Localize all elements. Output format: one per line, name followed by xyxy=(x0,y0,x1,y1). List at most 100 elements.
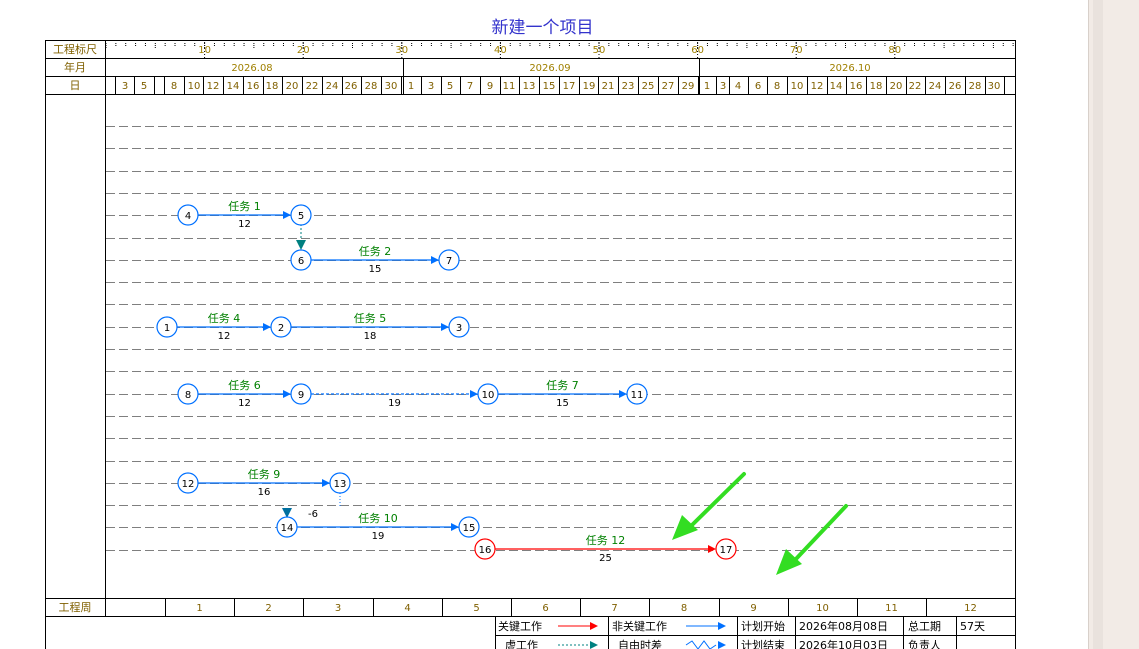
event-node-label: 6 xyxy=(298,256,304,267)
day-label: 20 xyxy=(890,81,903,92)
day-label: 14 xyxy=(227,81,240,92)
day-label: 30 xyxy=(988,81,1001,92)
dashed-gridlines xyxy=(106,126,1014,551)
event-node-label: 5 xyxy=(298,211,304,222)
legend-free-float-arrowhead xyxy=(718,641,726,649)
month-header-label: 年月 xyxy=(64,60,86,74)
day-label: 17 xyxy=(563,81,576,92)
day-label: 26 xyxy=(949,81,962,92)
day-label: 4 xyxy=(735,81,741,92)
day-label: 26 xyxy=(345,81,358,92)
day-label: 24 xyxy=(326,81,339,92)
event-node-label: 13 xyxy=(334,479,347,490)
day-label: 16 xyxy=(850,81,863,92)
ruler-header-label: 工程标尺 xyxy=(53,42,97,56)
legend-plan-end-label: 计划结束 xyxy=(741,639,785,649)
legend-free-float-line xyxy=(685,640,717,649)
task-duration: 12 xyxy=(218,331,231,342)
event-node-label: 11 xyxy=(631,390,644,401)
task-arrowhead xyxy=(283,211,291,219)
week-label: 10 xyxy=(816,603,829,614)
week-label: 9 xyxy=(750,603,756,614)
task-arrowhead xyxy=(708,545,716,553)
day-label: 3 xyxy=(720,81,726,92)
day-label: 3 xyxy=(122,81,128,92)
legend: 关键工作 非关键工作 虚工作 自由时差 计划开始 2026年08月08日 计划结… xyxy=(495,616,1016,649)
task-name: 任务 5 xyxy=(354,312,387,325)
legend-dummy-label: 虚工作 xyxy=(505,639,538,649)
task-name: 任务 12 xyxy=(586,534,626,547)
legend-plan-start-value: 2026年08月08日 xyxy=(799,619,888,633)
day-label: 13 xyxy=(523,81,536,92)
day-label: 29 xyxy=(682,81,695,92)
task-duration: 25 xyxy=(599,553,612,564)
annotation-arrowhead-2 xyxy=(776,549,802,575)
month-label: 2026.08 xyxy=(231,63,272,74)
day-label: 10 xyxy=(188,81,201,92)
event-node-label: 12 xyxy=(182,479,195,490)
day-label: 1 xyxy=(408,81,414,92)
day-label: 14 xyxy=(830,81,843,92)
day-label: 6 xyxy=(755,81,761,92)
dummy-arrow-5-6 xyxy=(296,240,306,250)
day-label: 10 xyxy=(791,81,804,92)
day-label: 1 xyxy=(704,81,710,92)
day-label: 12 xyxy=(207,81,220,92)
task-arrowhead xyxy=(263,323,271,331)
task-name: 任务 4 xyxy=(208,312,241,325)
day-label: 12 xyxy=(811,81,824,92)
ruler-tick-label: 70 xyxy=(790,45,803,56)
right-side-panel xyxy=(1088,0,1139,649)
legend-owner-label: 负责人 xyxy=(908,638,941,649)
task-name: 任务 1 xyxy=(228,200,261,213)
day-header-label: 日 xyxy=(70,79,81,92)
day-label: 9 xyxy=(487,81,493,92)
day-label: 19 xyxy=(583,81,596,92)
day-label: 11 xyxy=(503,81,516,92)
ruler-tick-label: 50 xyxy=(593,45,606,56)
ruler-tick-label: 10 xyxy=(198,45,211,56)
week-label: 1 xyxy=(196,603,202,614)
task-duration: 19 xyxy=(372,531,385,542)
week-label: 11 xyxy=(885,603,898,614)
legend-dummy-arrowhead xyxy=(590,641,598,649)
day-label: 8 xyxy=(171,81,177,92)
task-name: 任务 10 xyxy=(358,512,398,525)
legend-critical-label: 关键工作 xyxy=(498,619,542,633)
event-node-label: 10 xyxy=(482,390,495,401)
legend-free-float-label: 自由时差 xyxy=(618,638,662,649)
legend-total-duration-label: 总工期 xyxy=(908,619,941,633)
event-node-label: 17 xyxy=(720,545,733,556)
task-arrowhead xyxy=(619,390,627,398)
day-label: 23 xyxy=(622,81,635,92)
week-label: 7 xyxy=(611,603,617,614)
event-node-label: 15 xyxy=(463,523,476,534)
day-label: 8 xyxy=(774,81,780,92)
dummy-lag-label: -6 xyxy=(308,509,318,520)
event-node-label: 3 xyxy=(456,323,462,334)
task-arrowhead xyxy=(470,390,478,398)
day-label: 21 xyxy=(602,81,615,92)
day-label: 25 xyxy=(642,81,655,92)
day-label: 18 xyxy=(266,81,279,92)
day-label: 18 xyxy=(870,81,883,92)
task-name: 任务 9 xyxy=(248,468,281,481)
legend-plan-end-value: 2026年10月03日 xyxy=(799,638,888,649)
legend-noncritical-arrowhead xyxy=(718,622,726,630)
legend-total-duration-value: 57天 xyxy=(960,620,985,633)
task-arrowhead xyxy=(283,390,291,398)
chart-frame xyxy=(45,40,1016,649)
day-label: 16 xyxy=(247,81,260,92)
task-duration: 19 xyxy=(388,398,401,409)
ruler-tick-label: 40 xyxy=(494,45,507,56)
day-label: 20 xyxy=(286,81,299,92)
day-label: 3 xyxy=(428,81,434,92)
week-label: 6 xyxy=(542,603,548,614)
week-header-label: 工程周 xyxy=(59,601,92,614)
task-duration: 16 xyxy=(258,487,271,498)
ruler-tick-label: 60 xyxy=(691,45,704,56)
day-label: 22 xyxy=(909,81,922,92)
annotation-arrowhead-1 xyxy=(672,515,698,540)
day-label: 24 xyxy=(929,81,942,92)
task-duration: 12 xyxy=(238,219,251,230)
